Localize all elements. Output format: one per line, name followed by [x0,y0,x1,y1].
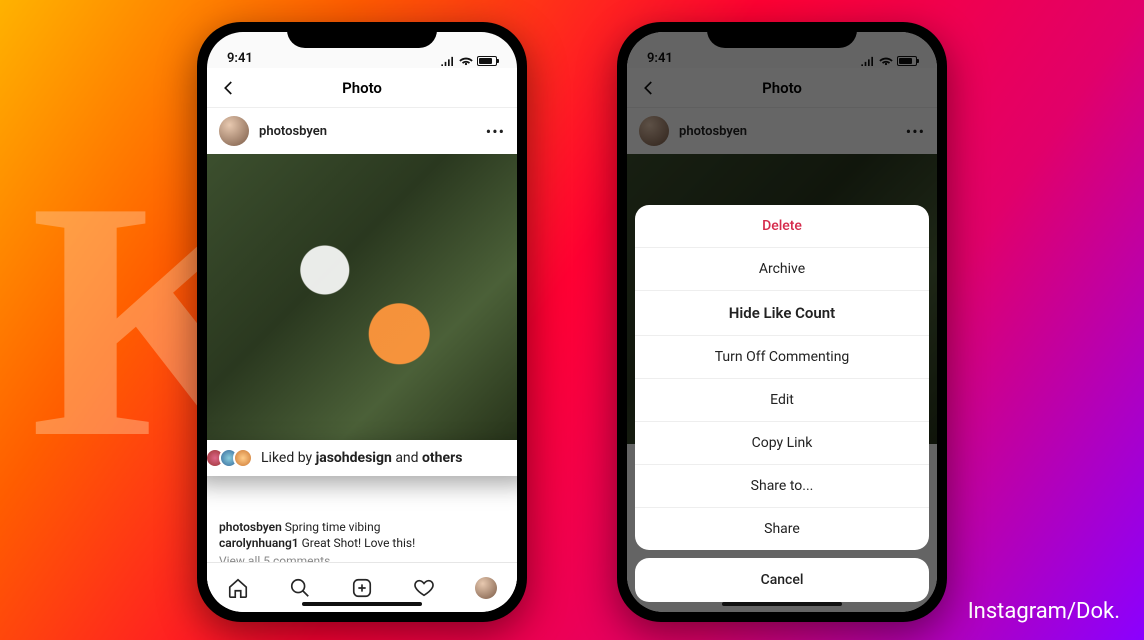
tab-search[interactable] [289,577,311,599]
status-time: 9:41 [647,51,673,66]
liker-avatar-stack [207,448,253,468]
author-avatar [639,116,669,146]
post-more-button: ••• [906,122,925,141]
sheet-cancel[interactable]: Cancel [635,558,929,602]
sheet-item-delete[interactable]: Delete [635,205,929,247]
top-comment-user[interactable]: carolynhuang1 [219,536,299,550]
action-sheet-group: Delete Archive Hide Like Count Turn Off … [635,205,929,550]
phone-right-screen: 9:41 Photo photosbyen ••• [627,32,937,612]
battery-icon [477,56,497,66]
post-header: photosbyen ••• [627,108,937,154]
author-username: photosbyen [679,124,896,139]
phone-notch [707,22,857,48]
chevron-left-icon [220,79,238,97]
plus-square-icon [351,577,373,599]
wifi-icon [459,56,473,66]
nav-title: Photo [342,79,382,97]
sheet-item-share-to[interactable]: Share to... [635,464,929,507]
status-time: 9:41 [227,51,253,66]
wifi-icon [879,56,893,66]
image-credit: Instagram/Dok. [968,599,1120,624]
tab-profile[interactable] [475,577,497,599]
back-button [637,76,661,100]
back-button[interactable] [217,76,241,100]
search-icon [289,577,311,599]
top-comment-text: Great Shot! Love this! [299,536,416,550]
author-username[interactable]: photosbyen [259,124,476,139]
caption-text: Spring time vibing [282,520,381,534]
home-indicator [722,602,842,606]
caption-user[interactable]: photosbyen [219,520,282,534]
sheet-item-share[interactable]: Share [635,507,929,550]
sheet-item-copy-link[interactable]: Copy Link [635,421,929,464]
phone-right: 9:41 Photo photosbyen ••• [617,22,947,622]
sheet-item-turn-off-commenting[interactable]: Turn Off Commenting [635,335,929,378]
signal-icon [861,56,875,66]
phone-left-screen: 9:41 Photo photosbyen ••• [207,32,517,612]
author-avatar[interactable] [219,116,249,146]
sheet-item-archive[interactable]: Archive [635,247,929,290]
phone-left: 9:41 Photo photosbyen ••• [197,22,527,622]
post-more-button[interactable]: ••• [486,122,505,141]
nav-bar: Photo [627,68,937,108]
likes-callout[interactable]: Liked by jasohdesign and others [207,440,517,476]
likes-text: Liked by jasohdesign and others [261,450,462,466]
tab-create[interactable] [351,577,373,599]
phone-notch [287,22,437,48]
signal-icon [441,56,455,66]
battery-icon [897,56,917,66]
heart-outline-icon [413,577,435,599]
nav-bar: Photo [207,68,517,108]
tab-home[interactable] [227,577,249,599]
caption-area: photosbyen Spring time vibing carolynhua… [207,480,517,574]
sheet-item-hide-like-count[interactable]: Hide Like Count [635,290,929,335]
sheet-item-edit[interactable]: Edit [635,378,929,421]
action-sheet: Delete Archive Hide Like Count Turn Off … [635,205,929,602]
home-indicator [302,602,422,606]
nav-title: Photo [762,79,802,97]
tab-activity[interactable] [413,577,435,599]
post-header: photosbyen ••• [207,108,517,154]
post-image[interactable] [207,154,517,444]
home-icon [227,577,249,599]
chevron-left-icon [640,79,658,97]
